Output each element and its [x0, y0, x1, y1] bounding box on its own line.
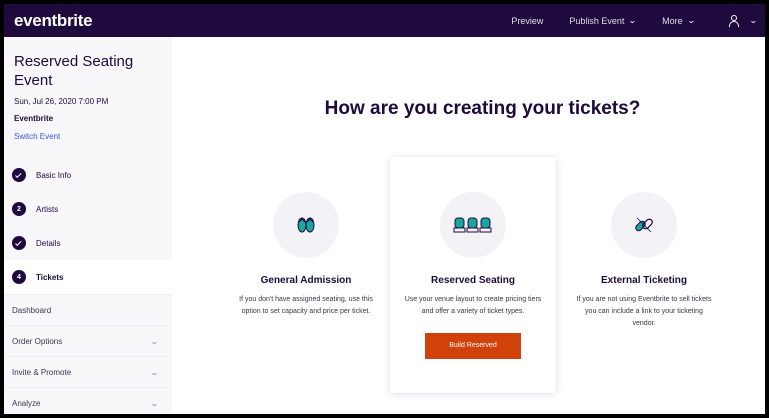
sidebar-item-artists[interactable]: 2 Artists: [4, 192, 172, 226]
step-label: Details: [36, 238, 61, 248]
checkmark-icon: [12, 236, 26, 250]
card-description: If you are not using Eventbrite to sell …: [576, 296, 712, 327]
chain-link-icon: [611, 192, 677, 258]
checkmark-icon: [12, 168, 26, 182]
step-number: 4: [12, 270, 26, 284]
main-content: How are you creating your tickets? Gener…: [172, 37, 765, 414]
preview-label: Preview: [511, 15, 544, 26]
menu-label: Order Options: [12, 336, 63, 346]
organizer-name: Eventbrite: [14, 114, 54, 123]
account-menu[interactable]: ⌄: [728, 14, 759, 27]
publish-event-label: Publish Event: [569, 15, 625, 26]
theater-seats-icon: [440, 192, 506, 258]
chevron-down-icon: ⌄: [749, 16, 759, 25]
card-title: General Admission: [260, 275, 352, 286]
step-list: Basic Info 2 Artists Details 4 Tickets: [4, 158, 172, 294]
app-window: eventbrite Preview Publish Event ⌄ More …: [4, 4, 765, 414]
general-admission-option[interactable]: General Admission If you don't have assi…: [226, 157, 386, 318]
page-title: How are you creating your tickets?: [324, 98, 641, 119]
event-date: Sun, Jul 26, 2020 7:00 PM: [14, 97, 109, 106]
menu-label: Dashboard: [12, 305, 52, 315]
sidebar-item-order-options[interactable]: Order Options ⌄: [4, 325, 172, 356]
chevron-down-icon: ⌄: [628, 16, 638, 25]
step-label: Tickets: [36, 272, 64, 282]
user-icon: [728, 14, 740, 27]
menu-label: Invite & Promote: [12, 367, 72, 377]
build-reserved-button[interactable]: Build Reserved: [425, 333, 521, 359]
more-menu[interactable]: More ⌄: [662, 15, 696, 26]
sidebar-item-details[interactable]: Details: [4, 226, 172, 260]
event-title: Reserved Seating Event: [14, 53, 134, 89]
card-description: Use your venue layout to create pricing …: [404, 296, 542, 315]
flip-flops-icon: [273, 192, 339, 258]
top-nav: Preview Publish Event ⌄ More ⌄ ⌄: [511, 4, 759, 37]
publish-event-menu[interactable]: Publish Event ⌄: [569, 15, 638, 26]
chevron-down-icon: ⌄: [150, 398, 160, 408]
preview-link[interactable]: Preview: [511, 16, 543, 26]
reserved-seating-option[interactable]: Reserved Seating Use your venue layout t…: [390, 157, 556, 393]
menu-label: Analyze: [12, 398, 41, 408]
sidebar-item-analyze[interactable]: Analyze ⌄: [4, 387, 172, 414]
sidebar-item-tickets[interactable]: 4 Tickets: [4, 260, 172, 294]
chevron-down-icon: ⌄: [686, 16, 696, 25]
step-label: Basic Info: [36, 170, 72, 180]
card-title: Reserved Seating: [431, 275, 515, 286]
card-title: External Ticketing: [601, 275, 687, 286]
sidebar: Reserved Seating Event Sun, Jul 26, 2020…: [4, 37, 172, 414]
card-description: If you don't have assigned seating, use …: [239, 296, 373, 315]
top-bar: eventbrite Preview Publish Event ⌄ More …: [4, 4, 765, 37]
more-label: More: [662, 15, 683, 26]
sidebar-item-dashboard[interactable]: Dashboard: [4, 294, 172, 325]
sidebar-item-invite-promote[interactable]: Invite & Promote ⌄: [4, 356, 172, 387]
eventbrite-logo[interactable]: eventbrite: [14, 11, 93, 31]
step-number: 2: [12, 202, 26, 216]
external-ticketing-option[interactable]: External Ticketing If you are not using …: [564, 157, 724, 330]
sidebar-menu: Dashboard Order Options ⌄ Invite & Promo…: [4, 294, 172, 414]
chevron-down-icon: ⌄: [150, 336, 160, 346]
switch-event-link[interactable]: Switch Event: [14, 132, 60, 141]
step-label: Artists: [36, 204, 59, 214]
sidebar-item-basic-info[interactable]: Basic Info: [4, 158, 172, 192]
chevron-down-icon: ⌄: [150, 367, 160, 377]
